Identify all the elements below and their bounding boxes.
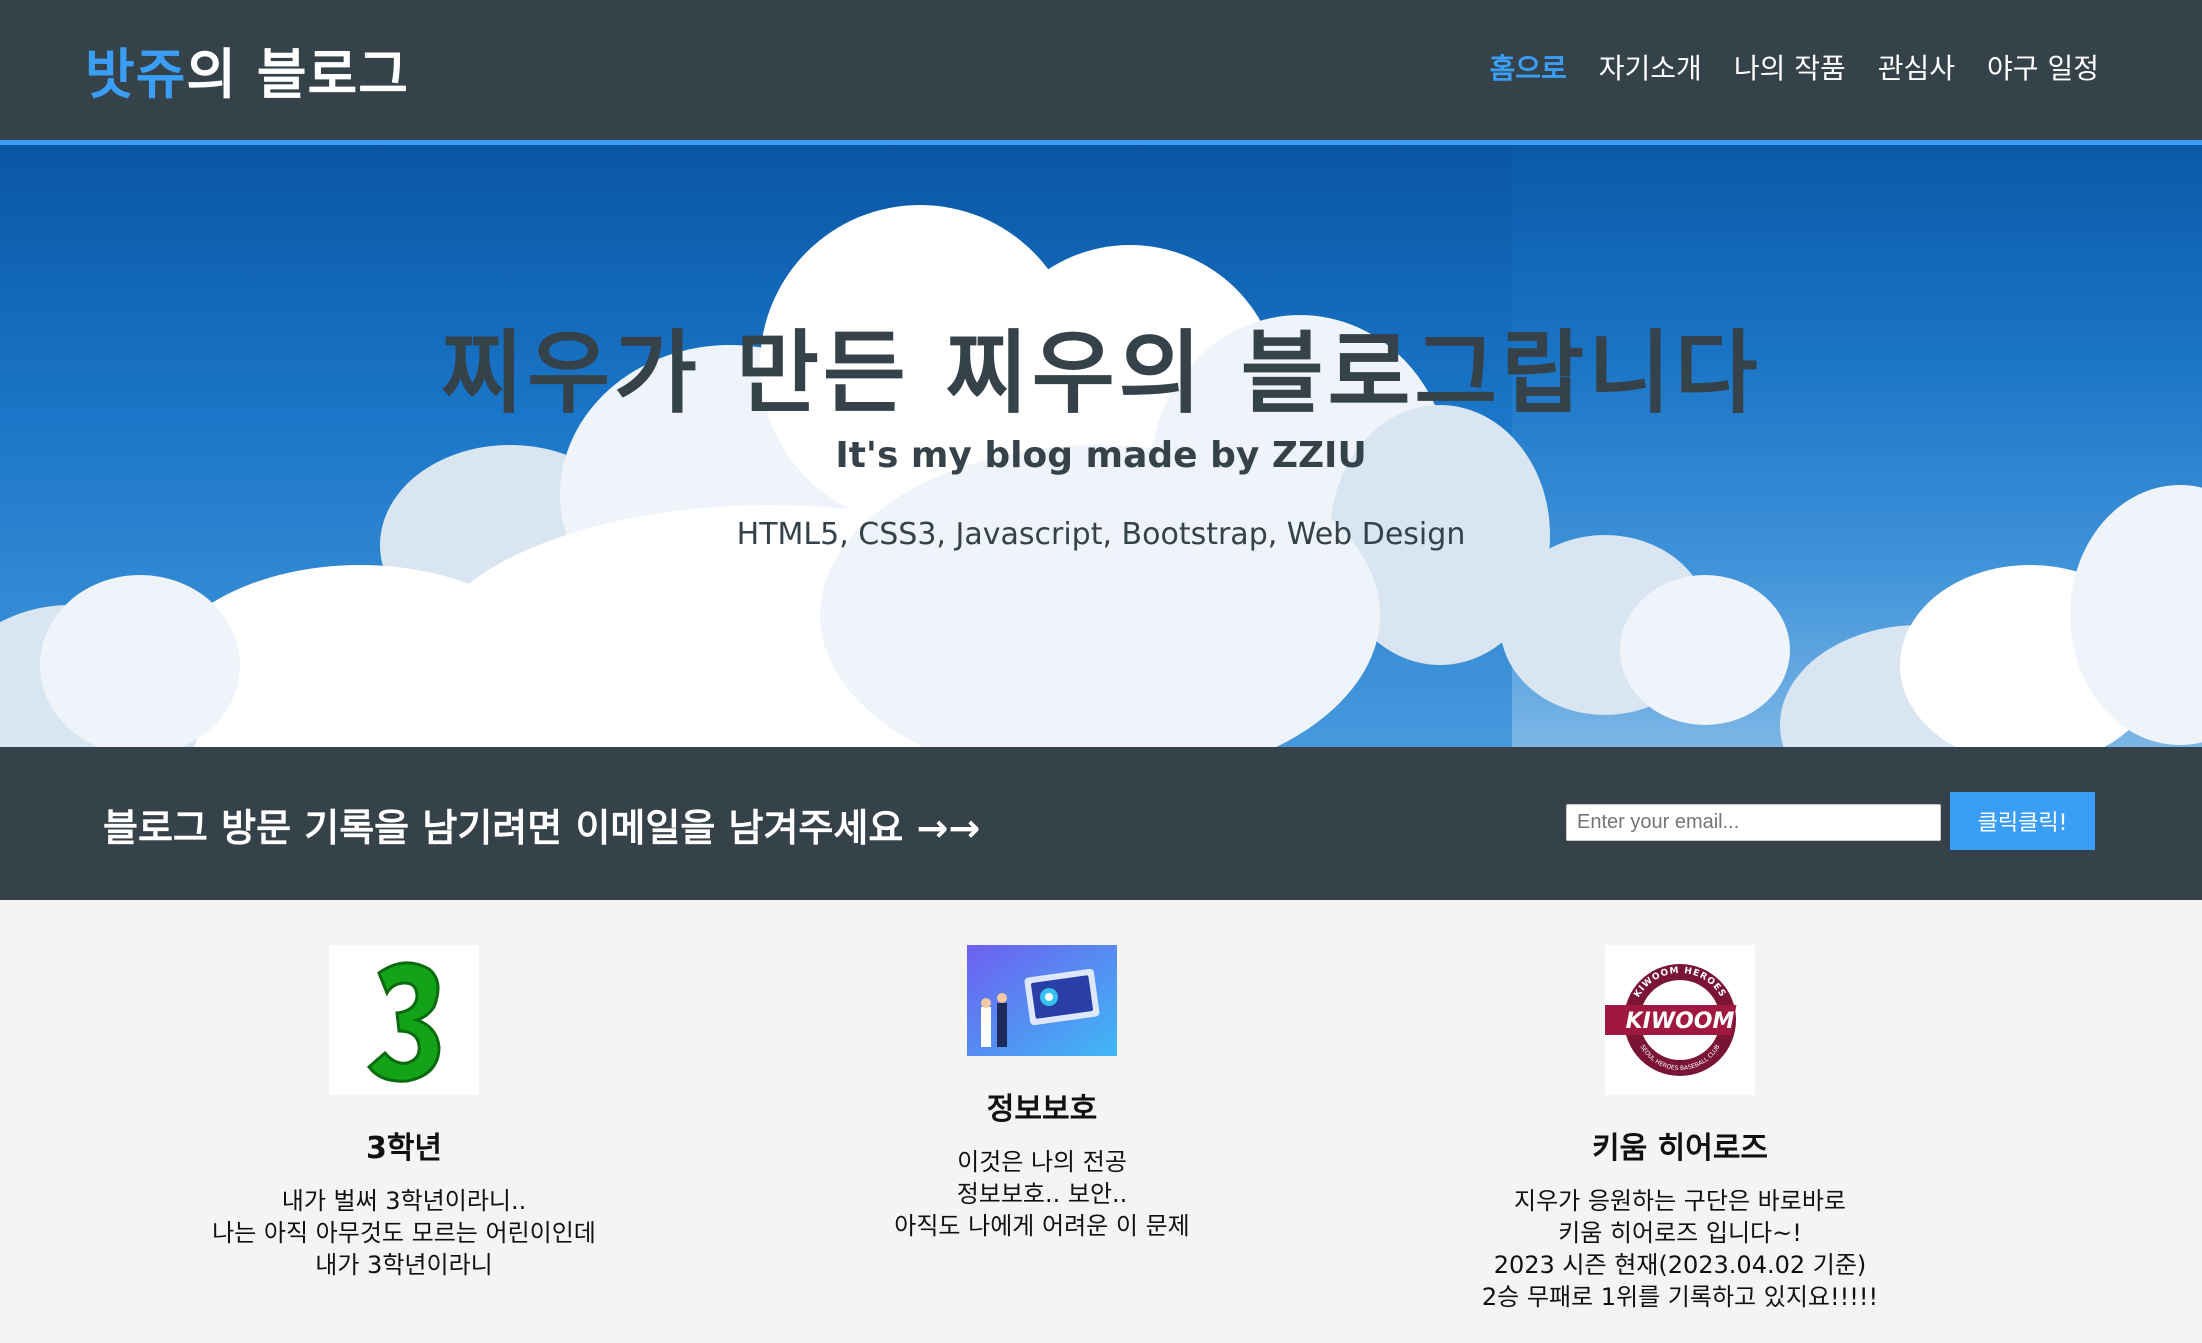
hero-tech-tags: HTML5, CSS3, Javascript, Bootstrap, Web … — [736, 517, 1466, 552]
feature-text-line: 키움 히어로즈 입니다~! — [1558, 1219, 1802, 1247]
email-input[interactable] — [1566, 804, 1941, 841]
hero-section: 찌우가 만든 찌우의 블로그랍니다 It's my blog made by Z… — [0, 145, 2202, 747]
nav-works[interactable]: 나의 작품 — [1734, 47, 1846, 87]
feature-title: 정보보호 — [986, 1092, 1098, 1127]
site-header: 밧쥬의 블로그 홈으로 자기소개 나의 작품 관심사 야구 일정 — [0, 0, 2202, 145]
feature-text-line: 내가 벌써 3학년이라니.. — [281, 1187, 527, 1215]
newsletter-heading: 블로그 방문 기록을 남기려면 이메일을 남겨주세요 →→ — [103, 806, 981, 850]
feature-text-line: 이것은 나의 전공 — [957, 1148, 1127, 1176]
logo-highlight: 밧쥬 — [85, 43, 187, 106]
security-illustration-icon — [967, 945, 1117, 1056]
feature-text-line: 2승 무패로 1위를 기록하고 있지요!!!!! — [1481, 1283, 1879, 1311]
nav-home[interactable]: 홈으로 — [1489, 47, 1566, 87]
feature-text-line: 2023 시즌 현재(2023.04.02 기준) — [1493, 1251, 1867, 1279]
subscribe-button[interactable]: 클릭클릭! — [1950, 792, 2095, 850]
logo-wordmark: KIWOOM — [1626, 1009, 1735, 1034]
newsletter-bar: 블로그 방문 기록을 남기려면 이메일을 남겨주세요 →→ 클릭클릭! — [0, 747, 2202, 900]
site-logo[interactable]: 밧쥬의 블로그 — [85, 30, 409, 109]
feature-text-line: 정보보호.. 보안.. — [956, 1180, 1128, 1208]
kiwoom-heroes-logo-icon: KIWOOM HEROES SEOUL HEROES BASEBALL CLUB… — [1605, 945, 1755, 1095]
nav-about[interactable]: 자기소개 — [1599, 47, 1702, 87]
nav-baseball-schedule[interactable]: 야구 일정 — [1987, 47, 2099, 87]
feature-box-security: 정보보호 이것은 나의 전공 정보보호.. 보안.. 아직도 나에게 어려운 이… — [722, 945, 1362, 1242]
logo-text: 의 블로그 — [186, 43, 409, 106]
feature-title: 3학년 — [365, 1131, 443, 1166]
feature-boxes: 3학년 내가 벌써 3학년이라니.. 나는 아직 아무것도 모르는 어린이인데 … — [0, 900, 2202, 1343]
feature-box-grade: 3학년 내가 벌써 3학년이라니.. 나는 아직 아무것도 모르는 어린이인데 … — [84, 945, 724, 1281]
feature-text-line: 내가 3학년이라니 — [315, 1251, 493, 1279]
hero-subtitle: It's my blog made by ZZIU — [835, 435, 1367, 476]
feature-text-line: 지우가 응원하는 구단은 바로바로 — [1513, 1187, 1846, 1215]
main-nav: 홈으로 자기소개 나의 작품 관심사 야구 일정 — [1489, 47, 2099, 87]
nav-interests[interactable]: 관심사 — [1878, 47, 1955, 87]
feature-text-line: 나는 아직 아무것도 모르는 어린이인데 — [212, 1219, 596, 1247]
hero-title: 찌우가 만든 찌우의 블로그랍니다 — [440, 321, 1762, 426]
feature-text-line: 아직도 나에게 어려운 이 문제 — [894, 1212, 1190, 1240]
feature-title: 키움 히어로즈 — [1591, 1131, 1769, 1166]
number-three-icon — [329, 945, 479, 1095]
feature-box-kiwoom: KIWOOM HEROES SEOUL HEROES BASEBALL CLUB… — [1360, 945, 2000, 1313]
